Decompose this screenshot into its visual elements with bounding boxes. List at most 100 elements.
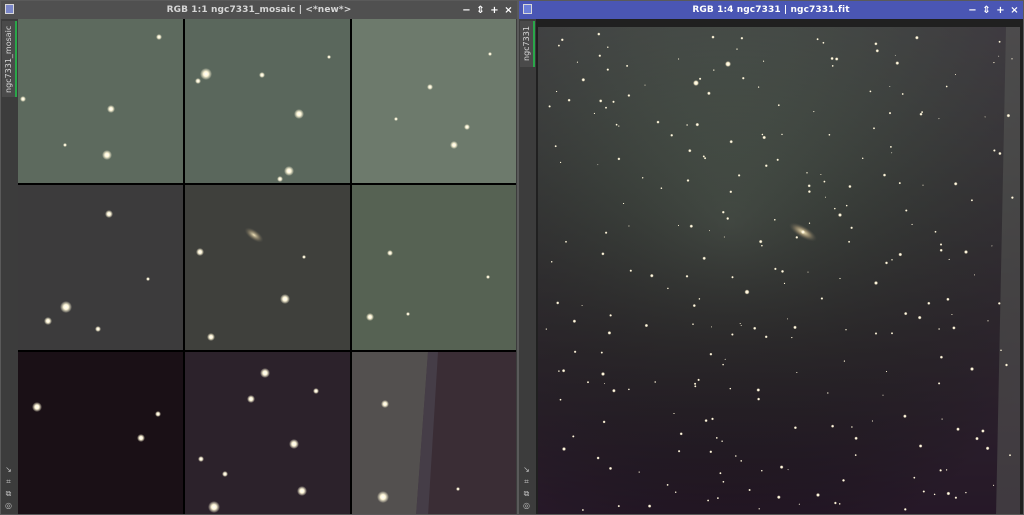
star — [625, 64, 629, 68]
star — [715, 436, 718, 439]
source-image-viewport[interactable] — [536, 19, 1023, 514]
star — [854, 436, 858, 441]
star — [556, 301, 560, 305]
preview-icon[interactable]: ↘ — [522, 465, 531, 474]
star — [764, 164, 768, 168]
star — [601, 252, 605, 256]
window-icon[interactable] — [5, 4, 14, 14]
star — [845, 328, 847, 331]
star — [831, 64, 834, 67]
star — [691, 323, 695, 326]
star — [562, 447, 566, 451]
star — [875, 49, 880, 53]
star — [598, 54, 602, 58]
star — [711, 35, 715, 39]
star — [702, 256, 706, 261]
clone-icon[interactable]: ⧉ — [4, 489, 13, 498]
star — [596, 456, 600, 460]
star — [948, 258, 950, 261]
star — [808, 222, 811, 225]
fit-icon[interactable]: ⌗ — [522, 477, 531, 486]
titlebar[interactable]: RGB 1:4 ngc7331 | ngc7331.fit − ⇕ + × — [519, 1, 1023, 19]
shade-icon[interactable]: ⇕ — [476, 5, 485, 15]
star — [807, 271, 809, 273]
shade-icon[interactable]: ⇕ — [982, 5, 991, 15]
star — [695, 122, 700, 127]
tab-ngc7331-mosaic[interactable]: ngc7331_mosaic — [2, 21, 17, 97]
mosaic-image-window[interactable]: RGB 1:1 ngc7331_mosaic | <*new*> − ⇕ + ×… — [0, 0, 518, 515]
window-icon[interactable] — [523, 4, 532, 14]
star — [740, 36, 744, 40]
star — [776, 495, 781, 500]
preview-icon[interactable]: ↘ — [4, 465, 13, 474]
star — [796, 371, 798, 374]
star — [953, 181, 958, 186]
star — [693, 80, 699, 86]
star — [555, 90, 558, 93]
star — [838, 502, 841, 505]
settings-icon[interactable]: ◎ — [522, 501, 531, 510]
star — [686, 124, 689, 126]
star — [822, 41, 825, 44]
settings-icon[interactable]: ◎ — [4, 501, 13, 510]
star — [779, 465, 784, 469]
star — [748, 488, 751, 492]
source-image-window[interactable]: RGB 1:4 ngc7331 | ngc7331.fit − ⇕ + × ng… — [518, 0, 1024, 515]
star — [952, 326, 956, 330]
close-icon[interactable]: × — [504, 5, 513, 15]
star — [708, 230, 711, 232]
star — [677, 449, 681, 453]
star — [673, 412, 675, 415]
mosaic-image-viewport[interactable] — [18, 19, 516, 514]
star — [697, 378, 700, 382]
tab-ngc7331[interactable]: ngc7331 — [520, 21, 535, 67]
star — [729, 190, 733, 194]
star — [795, 235, 799, 239]
star — [721, 440, 724, 443]
clone-icon[interactable]: ⧉ — [522, 489, 531, 498]
close-icon[interactable]: × — [1010, 5, 1019, 15]
star — [704, 418, 708, 423]
star — [781, 133, 783, 136]
minimize-icon[interactable]: − — [968, 5, 977, 15]
star — [572, 319, 577, 324]
star — [841, 478, 846, 482]
star — [843, 360, 846, 362]
star — [739, 322, 741, 325]
star — [954, 73, 957, 76]
star — [724, 358, 726, 361]
star — [612, 388, 616, 393]
star — [628, 225, 630, 227]
star — [1008, 454, 1012, 457]
maximize-icon[interactable]: + — [490, 5, 499, 15]
fit-icon[interactable]: ⌗ — [4, 477, 13, 486]
star — [576, 61, 579, 63]
star — [757, 86, 760, 89]
star — [1010, 196, 1014, 200]
star — [993, 61, 995, 64]
star — [597, 32, 601, 36]
star — [670, 133, 674, 137]
star — [586, 380, 590, 384]
titlebar[interactable]: RGB 1:1 ngc7331_mosaic | <*new*> − ⇕ + × — [1, 1, 517, 19]
star — [973, 274, 976, 276]
star — [848, 184, 852, 189]
star — [938, 328, 941, 330]
star — [823, 180, 826, 183]
star — [889, 85, 891, 88]
star — [726, 216, 730, 221]
star — [939, 468, 943, 472]
maximize-icon[interactable]: + — [996, 5, 1005, 15]
star — [647, 504, 652, 508]
minimize-icon[interactable]: − — [462, 5, 471, 15]
star — [1000, 349, 1002, 352]
star — [698, 77, 702, 81]
star — [729, 139, 733, 144]
star — [600, 351, 604, 354]
star — [557, 44, 561, 47]
star — [951, 313, 953, 316]
star — [985, 446, 990, 451]
star — [937, 382, 941, 385]
star — [567, 98, 571, 102]
star — [560, 38, 564, 42]
